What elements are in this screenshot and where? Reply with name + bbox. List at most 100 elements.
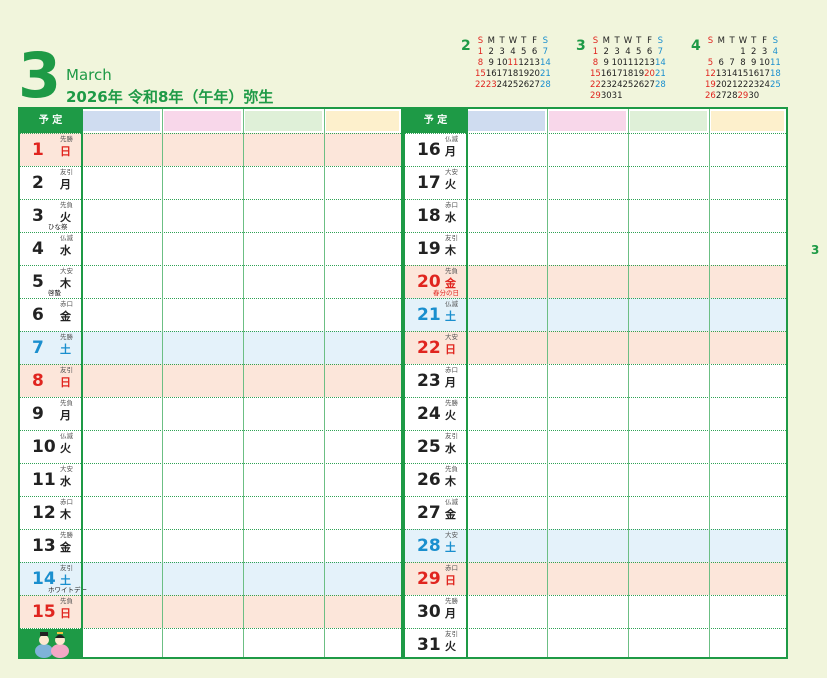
schedule-cell[interactable] — [547, 199, 628, 232]
schedule-cell[interactable] — [162, 529, 243, 562]
schedule-cell[interactable] — [709, 265, 786, 298]
schedule-cell[interactable] — [162, 364, 243, 397]
schedule-cell[interactable] — [466, 430, 547, 463]
schedule-cell[interactable] — [709, 331, 786, 364]
schedule-cell[interactable] — [324, 265, 401, 298]
schedule-cell[interactable] — [466, 463, 547, 496]
schedule-cell[interactable] — [243, 199, 324, 232]
schedule-cell[interactable] — [243, 265, 324, 298]
schedule-cell[interactable] — [466, 595, 547, 628]
schedule-cell[interactable] — [547, 397, 628, 430]
schedule-cell[interactable] — [547, 133, 628, 166]
schedule-cell[interactable] — [628, 496, 709, 529]
schedule-cell[interactable] — [709, 595, 786, 628]
schedule-cell[interactable] — [466, 529, 547, 562]
schedule-cell[interactable] — [628, 133, 709, 166]
schedule-cell[interactable] — [81, 430, 162, 463]
schedule-cell[interactable] — [81, 166, 162, 199]
schedule-cell[interactable] — [709, 364, 786, 397]
schedule-cell[interactable] — [628, 628, 709, 661]
schedule-cell[interactable] — [243, 529, 324, 562]
schedule-cell[interactable] — [547, 463, 628, 496]
schedule-cell[interactable] — [162, 331, 243, 364]
schedule-cell[interactable] — [162, 397, 243, 430]
schedule-cell[interactable] — [628, 232, 709, 265]
schedule-cell[interactable] — [466, 232, 547, 265]
schedule-cell[interactable] — [162, 199, 243, 232]
schedule-cell[interactable] — [162, 166, 243, 199]
schedule-cell[interactable] — [243, 496, 324, 529]
schedule-cell[interactable] — [466, 628, 547, 661]
schedule-cell[interactable] — [628, 595, 709, 628]
schedule-cell[interactable] — [709, 133, 786, 166]
schedule-cell[interactable] — [628, 298, 709, 331]
schedule-cell[interactable] — [709, 298, 786, 331]
schedule-cell[interactable] — [628, 199, 709, 232]
schedule-cell[interactable] — [709, 496, 786, 529]
schedule-cell[interactable] — [466, 166, 547, 199]
schedule-cell[interactable] — [466, 298, 547, 331]
schedule-cell[interactable] — [547, 298, 628, 331]
schedule-cell[interactable] — [709, 628, 786, 661]
schedule-cell[interactable] — [324, 166, 401, 199]
schedule-cell[interactable] — [243, 430, 324, 463]
schedule-cell[interactable] — [466, 562, 547, 595]
schedule-cell[interactable] — [466, 331, 547, 364]
schedule-cell[interactable] — [243, 595, 324, 628]
schedule-cell[interactable] — [324, 397, 401, 430]
schedule-cell[interactable] — [324, 199, 401, 232]
schedule-cell[interactable] — [547, 562, 628, 595]
schedule-cell[interactable] — [324, 463, 401, 496]
schedule-cell[interactable] — [628, 265, 709, 298]
schedule-cell[interactable] — [547, 496, 628, 529]
schedule-cell[interactable] — [81, 364, 162, 397]
schedule-cell[interactable] — [81, 265, 162, 298]
schedule-cell[interactable] — [628, 430, 709, 463]
schedule-cell[interactable] — [466, 496, 547, 529]
schedule-cell[interactable] — [324, 562, 401, 595]
schedule-cell[interactable] — [628, 397, 709, 430]
schedule-cell[interactable] — [324, 331, 401, 364]
schedule-cell[interactable] — [547, 595, 628, 628]
schedule-cell[interactable] — [709, 430, 786, 463]
schedule-cell[interactable] — [709, 562, 786, 595]
schedule-cell[interactable] — [324, 232, 401, 265]
schedule-cell[interactable] — [162, 298, 243, 331]
schedule-cell[interactable] — [628, 562, 709, 595]
schedule-cell[interactable] — [243, 364, 324, 397]
schedule-cell[interactable] — [243, 298, 324, 331]
schedule-cell[interactable] — [81, 232, 162, 265]
schedule-cell[interactable] — [81, 298, 162, 331]
schedule-cell[interactable] — [709, 199, 786, 232]
schedule-cell[interactable] — [709, 166, 786, 199]
schedule-cell[interactable] — [324, 430, 401, 463]
schedule-cell[interactable] — [466, 397, 547, 430]
schedule-cell[interactable] — [162, 562, 243, 595]
schedule-cell[interactable] — [466, 265, 547, 298]
schedule-cell[interactable] — [324, 364, 401, 397]
schedule-cell[interactable] — [81, 463, 162, 496]
schedule-cell[interactable] — [628, 364, 709, 397]
schedule-cell[interactable] — [243, 463, 324, 496]
schedule-cell[interactable] — [243, 232, 324, 265]
schedule-cell[interactable] — [162, 496, 243, 529]
schedule-cell[interactable] — [81, 397, 162, 430]
schedule-cell[interactable] — [81, 199, 162, 232]
schedule-cell[interactable] — [547, 364, 628, 397]
schedule-cell[interactable] — [709, 529, 786, 562]
schedule-cell[interactable] — [81, 595, 162, 628]
schedule-cell[interactable] — [81, 496, 162, 529]
schedule-cell[interactable] — [81, 133, 162, 166]
schedule-cell[interactable] — [243, 397, 324, 430]
schedule-cell[interactable] — [162, 265, 243, 298]
schedule-cell[interactable] — [324, 496, 401, 529]
schedule-cell[interactable] — [324, 133, 401, 166]
schedule-cell[interactable] — [81, 562, 162, 595]
schedule-cell[interactable] — [162, 430, 243, 463]
schedule-cell[interactable] — [243, 133, 324, 166]
schedule-cell[interactable] — [709, 232, 786, 265]
schedule-cell[interactable] — [81, 529, 162, 562]
schedule-cell[interactable] — [324, 298, 401, 331]
schedule-cell[interactable] — [547, 232, 628, 265]
schedule-cell[interactable] — [547, 529, 628, 562]
